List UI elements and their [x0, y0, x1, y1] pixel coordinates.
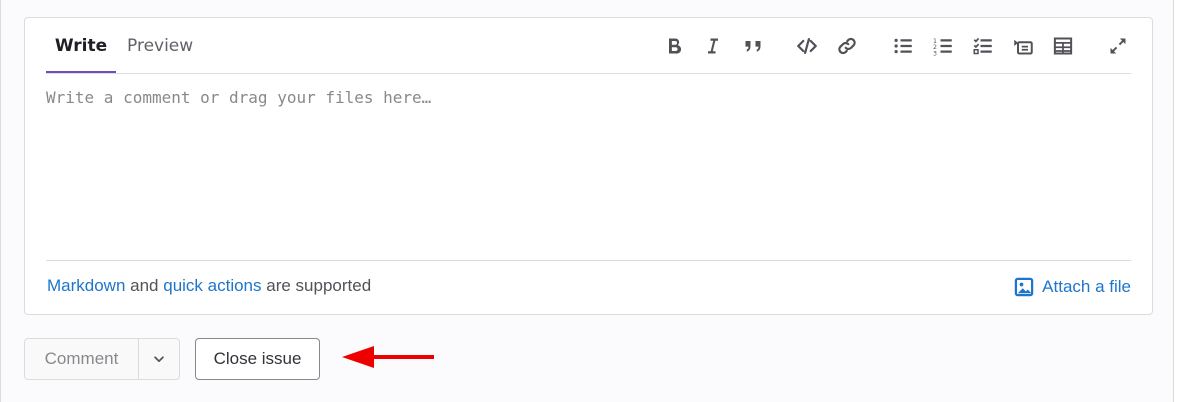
collapsible-section-icon [1014, 39, 1033, 55]
italic-icon [708, 38, 718, 54]
quote-icon [745, 41, 761, 52]
attach-file-label: Attach a file [1042, 277, 1131, 296]
markdown-editor: Write Preview 123 Write a comment or dra… [24, 17, 1153, 315]
close-issue-button[interactable]: Close issue [195, 338, 320, 380]
comment-button[interactable]: Comment [25, 339, 139, 379]
markdown-link[interactable]: Markdown [47, 276, 125, 295]
image-icon [1014, 277, 1034, 297]
numbered-list-button[interactable]: 123 [931, 34, 955, 58]
link-button[interactable] [835, 34, 859, 58]
bullet-list-button[interactable] [891, 34, 915, 58]
hint-supported-text: are supported [261, 276, 372, 295]
comment-options-dropdown[interactable] [139, 339, 179, 379]
annotation-arrow-icon [342, 346, 434, 368]
table-icon [1053, 37, 1073, 55]
numbered-list-icon: 123 [933, 38, 952, 56]
comment-textarea[interactable] [46, 86, 1131, 258]
bold-button[interactable] [662, 34, 686, 58]
quick-actions-link[interactable]: quick actions [163, 276, 261, 295]
editor-tabs: Write Preview 123 [46, 18, 1131, 74]
task-list-button[interactable] [971, 34, 995, 58]
fullscreen-button[interactable] [1106, 34, 1130, 58]
code-icon [797, 38, 817, 54]
collapsible-section-button[interactable] [1011, 34, 1035, 58]
chevron-down-icon [154, 356, 164, 363]
italic-button[interactable] [701, 34, 725, 58]
editor-footer-divider [46, 260, 1131, 261]
markdown-hint: Markdown and quick actions are supported [47, 276, 371, 296]
hint-and-text: and [125, 276, 164, 295]
quote-button[interactable] [741, 34, 765, 58]
table-button[interactable] [1051, 34, 1075, 58]
link-icon [838, 37, 856, 55]
comment-split-button: Comment [24, 338, 180, 380]
code-button[interactable] [795, 34, 819, 58]
fullscreen-icon [1110, 38, 1126, 54]
attach-file-button[interactable]: Attach a file [1014, 277, 1131, 297]
svg-text:3: 3 [933, 50, 937, 56]
task-list-icon [973, 37, 992, 55]
bold-icon [669, 38, 682, 54]
tab-write[interactable]: Write [46, 18, 116, 73]
tab-preview[interactable]: Preview [127, 18, 193, 72]
bullet-list-icon [894, 38, 912, 54]
